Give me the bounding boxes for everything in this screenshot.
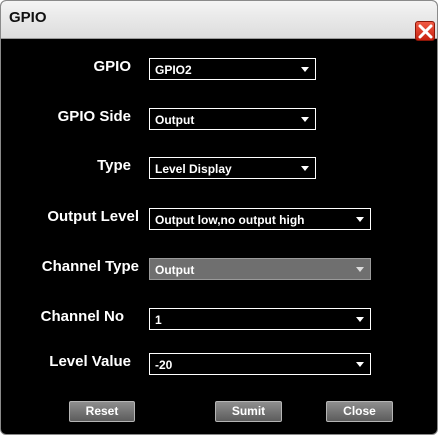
gpio-side-select[interactable]: Output [149, 108, 316, 130]
title-bar: GPIO [1, 1, 437, 41]
type-select[interactable]: Level Display [149, 157, 316, 179]
gpio-select-value: GPIO2 [155, 63, 192, 77]
level-value-select-value: -20 [155, 358, 173, 372]
chevron-down-icon [356, 317, 364, 322]
submit-button[interactable]: Sumit [215, 401, 282, 422]
chevron-down-icon [301, 117, 309, 122]
reset-button[interactable]: Reset [69, 401, 135, 422]
output-level-label: Output Level [47, 208, 139, 225]
close-x-icon [418, 24, 433, 39]
gpio-side-label: GPIO Side [57, 108, 131, 125]
chevron-down-icon [356, 217, 364, 222]
channel-type-label: Channel Type [41, 258, 139, 275]
channel-no-select[interactable]: 1 [149, 308, 371, 330]
channel-type-select[interactable]: Output [149, 258, 371, 280]
type-label: Type [97, 157, 131, 174]
channel-type-select-value: Output [155, 263, 195, 277]
output-level-select[interactable]: Output low,no output high [149, 208, 371, 230]
gpio-dialog: GPIO GPIO GPIO2 GPIO Side Output Type Le… [0, 0, 438, 435]
close-button[interactable]: Close [326, 401, 393, 422]
channel-no-label: Channel No [40, 308, 124, 325]
gpio-label: GPIO [93, 58, 131, 75]
close-window-button[interactable] [415, 21, 435, 41]
channel-no-select-value: 1 [155, 313, 162, 327]
gpio-select[interactable]: GPIO2 [149, 58, 316, 80]
type-select-value: Level Display [155, 162, 232, 176]
output-level-select-value: Output low,no output high [155, 213, 305, 227]
chevron-down-icon [301, 166, 309, 171]
gpio-side-select-value: Output [155, 113, 195, 127]
level-value-select[interactable]: -20 [149, 353, 371, 375]
chevron-down-icon [356, 362, 364, 367]
level-value-label: Level Value [49, 353, 131, 370]
chevron-down-icon [356, 267, 364, 272]
dialog-title: GPIO [9, 9, 47, 26]
chevron-down-icon [301, 67, 309, 72]
